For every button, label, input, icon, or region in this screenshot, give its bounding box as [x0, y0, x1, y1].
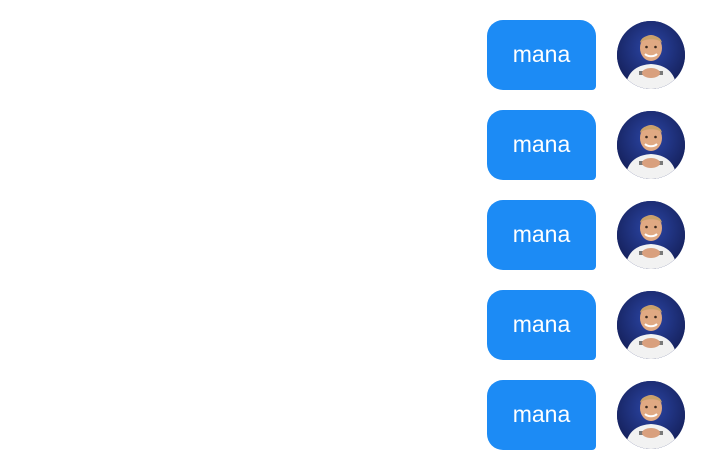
message-text: mana — [512, 400, 571, 427]
message-text: mana — [512, 40, 571, 67]
message-row: mana — [0, 380, 719, 450]
message-text: mana — [512, 310, 571, 337]
player-avatar-icon[interactable] — [617, 111, 685, 179]
avatar-image — [617, 201, 685, 269]
message-row: mana — [0, 20, 719, 90]
avatar-image — [617, 381, 685, 449]
message-text: mana — [512, 130, 571, 157]
message-row: mana — [0, 110, 719, 180]
message-text: mana — [512, 220, 571, 247]
message-bubble[interactable]: mana — [487, 110, 596, 180]
message-bubble[interactable]: mana — [487, 20, 596, 90]
message-row: mana — [0, 200, 719, 270]
player-avatar-icon[interactable] — [617, 381, 685, 449]
avatar-image — [617, 291, 685, 359]
chat-thread: mana mana mana mana mana — [0, 0, 719, 469]
player-avatar-icon[interactable] — [617, 21, 685, 89]
avatar-image — [617, 111, 685, 179]
message-bubble[interactable]: mana — [487, 380, 596, 450]
message-row: mana — [0, 290, 719, 360]
message-bubble[interactable]: mana — [487, 290, 596, 360]
avatar-image — [617, 21, 685, 89]
player-avatar-icon[interactable] — [617, 201, 685, 269]
player-avatar-icon[interactable] — [617, 291, 685, 359]
message-bubble[interactable]: mana — [487, 200, 596, 270]
